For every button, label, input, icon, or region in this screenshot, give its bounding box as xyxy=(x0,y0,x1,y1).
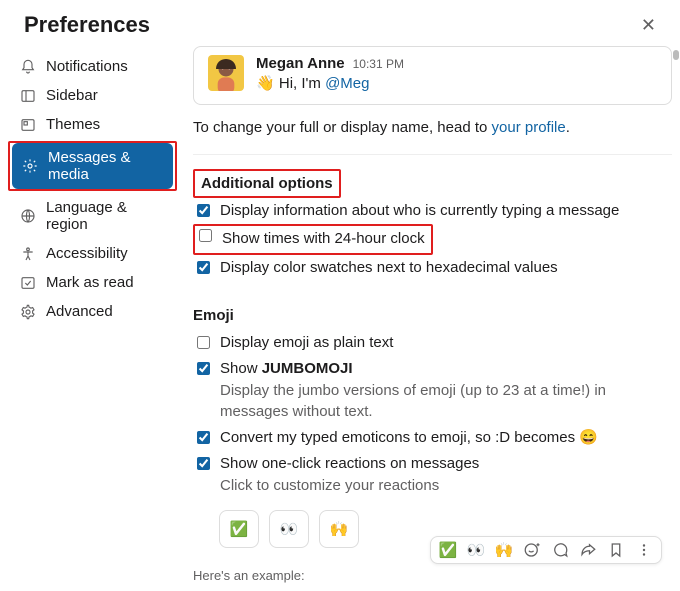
option-label: Show times with 24-hour clock xyxy=(222,229,425,249)
option-convert-emoticons[interactable]: Convert my typed emoticons to emoji, so … xyxy=(193,425,672,451)
option-jumbomoji[interactable]: Show JUMBOMOJI Display the jumbo version… xyxy=(193,356,672,425)
globe-icon xyxy=(20,208,36,224)
preview-time: 10:31 PM xyxy=(353,57,404,71)
checkbox-emoji-plain[interactable] xyxy=(197,336,210,349)
highlight-24h-clock: Show times with 24-hour clock xyxy=(193,224,433,254)
example-label: Here's an example: xyxy=(193,568,672,583)
main-content: Megan Anne 10:31 PM 👋 Hi, I'm @Meg To ch… xyxy=(185,46,680,586)
checkbox-convert-emoticons[interactable] xyxy=(197,431,210,444)
sidebar-item-themes[interactable]: Themes xyxy=(10,110,177,139)
scrollbar-thumb[interactable] xyxy=(673,50,679,60)
sidebar-item-label: Notifications xyxy=(46,58,128,75)
option-one-click-reactions[interactable]: Show one-click reactions on messages Cli… xyxy=(193,451,672,500)
sidebar-item-label: Language & region xyxy=(46,199,167,233)
bookmark-icon[interactable] xyxy=(607,541,625,559)
option-label: Display color swatches next to hexadecim… xyxy=(220,258,558,278)
reaction-button-check[interactable]: ✅ xyxy=(219,510,259,548)
close-button[interactable]: ✕ xyxy=(641,15,656,36)
scrollbar[interactable] xyxy=(670,50,680,591)
option-label: Display information about who is current… xyxy=(220,201,619,221)
sidebar: Notifications Sidebar Themes Messages & … xyxy=(0,46,185,586)
toolbar-reaction-eyes[interactable]: 👀 xyxy=(467,541,485,559)
checkbox-typing[interactable] xyxy=(197,204,210,217)
option-emoji-plain[interactable]: Display emoji as plain text xyxy=(193,330,672,356)
additional-options-heading: Additional options xyxy=(193,169,341,198)
divider xyxy=(193,154,672,155)
sidebar-item-label: Advanced xyxy=(46,303,113,320)
gear-icon xyxy=(20,304,36,320)
option-label: Convert my typed emoticons to emoji, so … xyxy=(220,428,598,448)
checkbox-one-click-reactions[interactable] xyxy=(197,457,210,470)
option-label: Show one-click reactions on messages xyxy=(220,455,479,472)
option-color-swatches[interactable]: Display color swatches next to hexadecim… xyxy=(193,255,672,281)
sidebar-item-label: Accessibility xyxy=(46,245,128,262)
checkbox-24h-clock[interactable] xyxy=(199,229,212,242)
jumbomoji-label: JUMBOMOJI xyxy=(262,360,353,377)
sidebar-item-accessibility[interactable]: Accessibility xyxy=(10,239,177,268)
sidebar-item-language-region[interactable]: Language & region xyxy=(10,193,177,239)
sidebar-item-label: Mark as read xyxy=(46,274,134,291)
toolbar-reaction-check[interactable]: ✅ xyxy=(439,541,457,559)
checkbox-color-swatches[interactable] xyxy=(197,261,210,274)
emoji-heading: Emoji xyxy=(193,307,672,324)
preview-body: 👋 Hi, I'm @Meg xyxy=(256,74,404,92)
message-preview-card: Megan Anne 10:31 PM 👋 Hi, I'm @Meg xyxy=(193,46,672,105)
sidebar-item-label: Themes xyxy=(46,116,100,133)
option-typing-indicator[interactable]: Display information about who is current… xyxy=(193,198,672,224)
thread-icon[interactable] xyxy=(551,541,569,559)
change-name-hint: To change your full or display name, hea… xyxy=(193,119,672,136)
avatar xyxy=(208,55,244,91)
jumbomoji-sub: Display the jumbo versions of emoji (up … xyxy=(220,381,672,422)
page-title: Preferences xyxy=(24,12,150,38)
preview-author: Megan Anne xyxy=(256,55,345,72)
option-label: Display emoji as plain text xyxy=(220,333,393,353)
message-actions-toolbar: ✅ 👀 🙌 xyxy=(430,536,662,564)
add-reaction-icon[interactable] xyxy=(523,541,541,559)
one-click-sub: Click to customize your reactions xyxy=(220,476,479,496)
sidebar-item-label: Sidebar xyxy=(46,87,98,104)
sidebar-item-advanced[interactable]: Advanced xyxy=(10,297,177,326)
sidebar-item-label: Messages & media xyxy=(48,149,163,183)
toolbar-reaction-raised-hands[interactable]: 🙌 xyxy=(495,541,513,559)
reaction-button-raised-hands[interactable]: 🙌 xyxy=(319,510,359,548)
highlight-messages-media: Messages & media xyxy=(8,141,177,191)
sidebar-item-notifications[interactable]: Notifications xyxy=(10,52,177,81)
swatch-icon xyxy=(20,117,36,133)
bell-icon xyxy=(20,59,36,75)
mention-link[interactable]: @Meg xyxy=(325,75,369,92)
share-icon[interactable] xyxy=(579,541,597,559)
sidebar-item-mark-as-read[interactable]: Mark as read xyxy=(10,268,177,297)
reaction-button-eyes[interactable]: 👀 xyxy=(269,510,309,548)
panel-icon xyxy=(20,88,36,104)
accessibility-icon xyxy=(20,246,36,262)
check-square-icon xyxy=(20,275,36,291)
your-profile-link[interactable]: your profile xyxy=(492,119,566,136)
checkbox-jumbomoji[interactable] xyxy=(197,362,210,375)
sidebar-item-sidebar[interactable]: Sidebar xyxy=(10,81,177,110)
sidebar-item-messages-media[interactable]: Messages & media xyxy=(12,143,173,189)
more-icon[interactable] xyxy=(635,541,653,559)
wave-emoji: 👋 xyxy=(256,75,275,92)
settings-icon xyxy=(22,158,38,174)
